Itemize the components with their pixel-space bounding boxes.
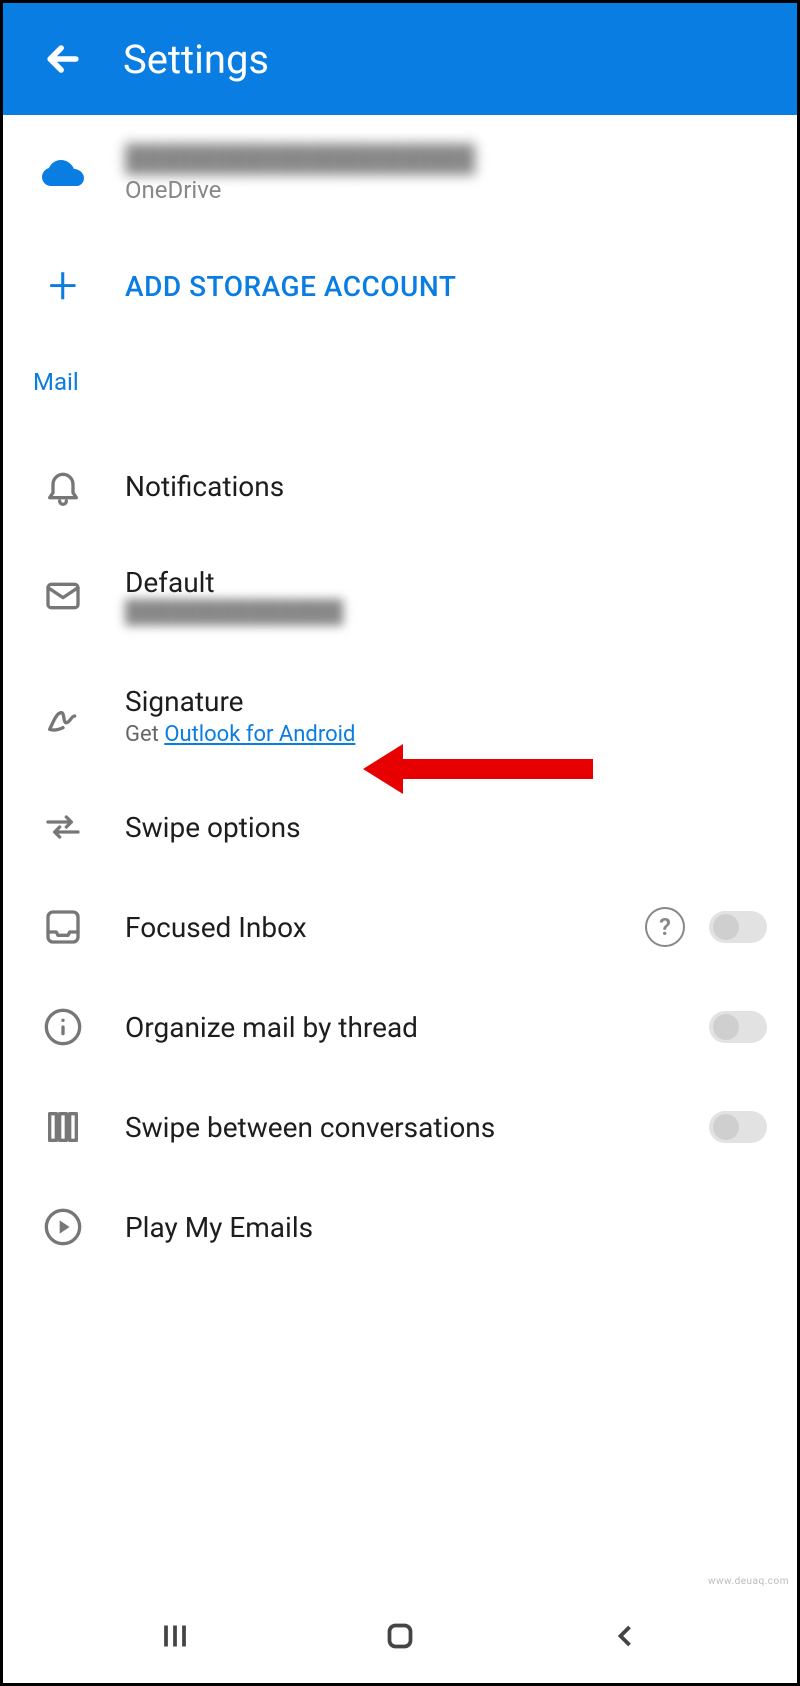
- row-swipe-conversations[interactable]: Swipe between conversations: [3, 1077, 797, 1177]
- page-title: Settings: [123, 36, 269, 83]
- android-navbar: [3, 1593, 797, 1683]
- outlook-android-link[interactable]: Outlook for Android: [164, 722, 355, 747]
- help-icon[interactable]: ?: [645, 907, 685, 947]
- signature-sub: Get Outlook for Android: [125, 722, 767, 747]
- back-nav-button[interactable]: [607, 1618, 643, 1658]
- back-arrow-icon: [41, 37, 85, 81]
- row-focused-inbox[interactable]: Focused Inbox ?: [3, 877, 797, 977]
- notifications-label: Notifications: [125, 470, 767, 503]
- info-icon: [33, 1007, 93, 1047]
- play-icon: [33, 1207, 93, 1247]
- home-button[interactable]: [382, 1618, 418, 1658]
- signature-label: Signature: [125, 685, 767, 718]
- account-row-onedrive[interactable]: ███████████████████ OneDrive: [3, 115, 797, 224]
- columns-icon: [33, 1107, 93, 1147]
- plus-icon: +: [33, 260, 93, 312]
- add-storage-label: ADD STORAGE ACCOUNT: [125, 270, 456, 303]
- onedrive-icon: [33, 158, 93, 190]
- swipe-conversations-toggle[interactable]: [709, 1111, 767, 1143]
- swipe-conversations-label: Swipe between conversations: [125, 1111, 709, 1144]
- signature-sub-prefix: Get: [125, 722, 164, 747]
- add-storage-button[interactable]: + ADD STORAGE ACCOUNT: [3, 224, 797, 348]
- default-sub: ██████████████: [125, 599, 767, 625]
- focused-inbox-label: Focused Inbox: [125, 911, 645, 944]
- swipe-options-label: Swipe options: [125, 811, 767, 844]
- bell-icon: [33, 466, 93, 506]
- organize-thread-label: Organize mail by thread: [125, 1011, 709, 1044]
- swipe-icon: [33, 807, 93, 847]
- row-notifications[interactable]: Notifications: [3, 436, 797, 536]
- settings-content: ███████████████████ OneDrive + ADD STORA…: [3, 115, 797, 1593]
- signature-icon: [33, 696, 93, 736]
- back-button[interactable]: [33, 29, 93, 89]
- account-service: OneDrive: [125, 176, 767, 204]
- inbox-icon: [33, 907, 93, 947]
- header-bar: Settings: [3, 3, 797, 115]
- recent-apps-button[interactable]: [157, 1618, 193, 1658]
- play-my-emails-label: Play My Emails: [125, 1211, 767, 1244]
- row-signature[interactable]: Signature Get Outlook for Android: [3, 655, 797, 777]
- watermark: www.deuaq.com: [708, 1576, 789, 1587]
- organize-thread-toggle[interactable]: [709, 1011, 767, 1043]
- account-email: ███████████████████: [125, 143, 767, 174]
- row-organize-thread[interactable]: Organize mail by thread: [3, 977, 797, 1077]
- row-swipe-options[interactable]: Swipe options: [3, 777, 797, 877]
- row-play-my-emails[interactable]: Play My Emails: [3, 1177, 797, 1277]
- focused-inbox-toggle[interactable]: [709, 911, 767, 943]
- mail-icon: [33, 576, 93, 616]
- row-default[interactable]: Default ██████████████: [3, 536, 797, 655]
- default-label: Default: [125, 566, 767, 599]
- section-header-mail: Mail: [3, 348, 797, 436]
